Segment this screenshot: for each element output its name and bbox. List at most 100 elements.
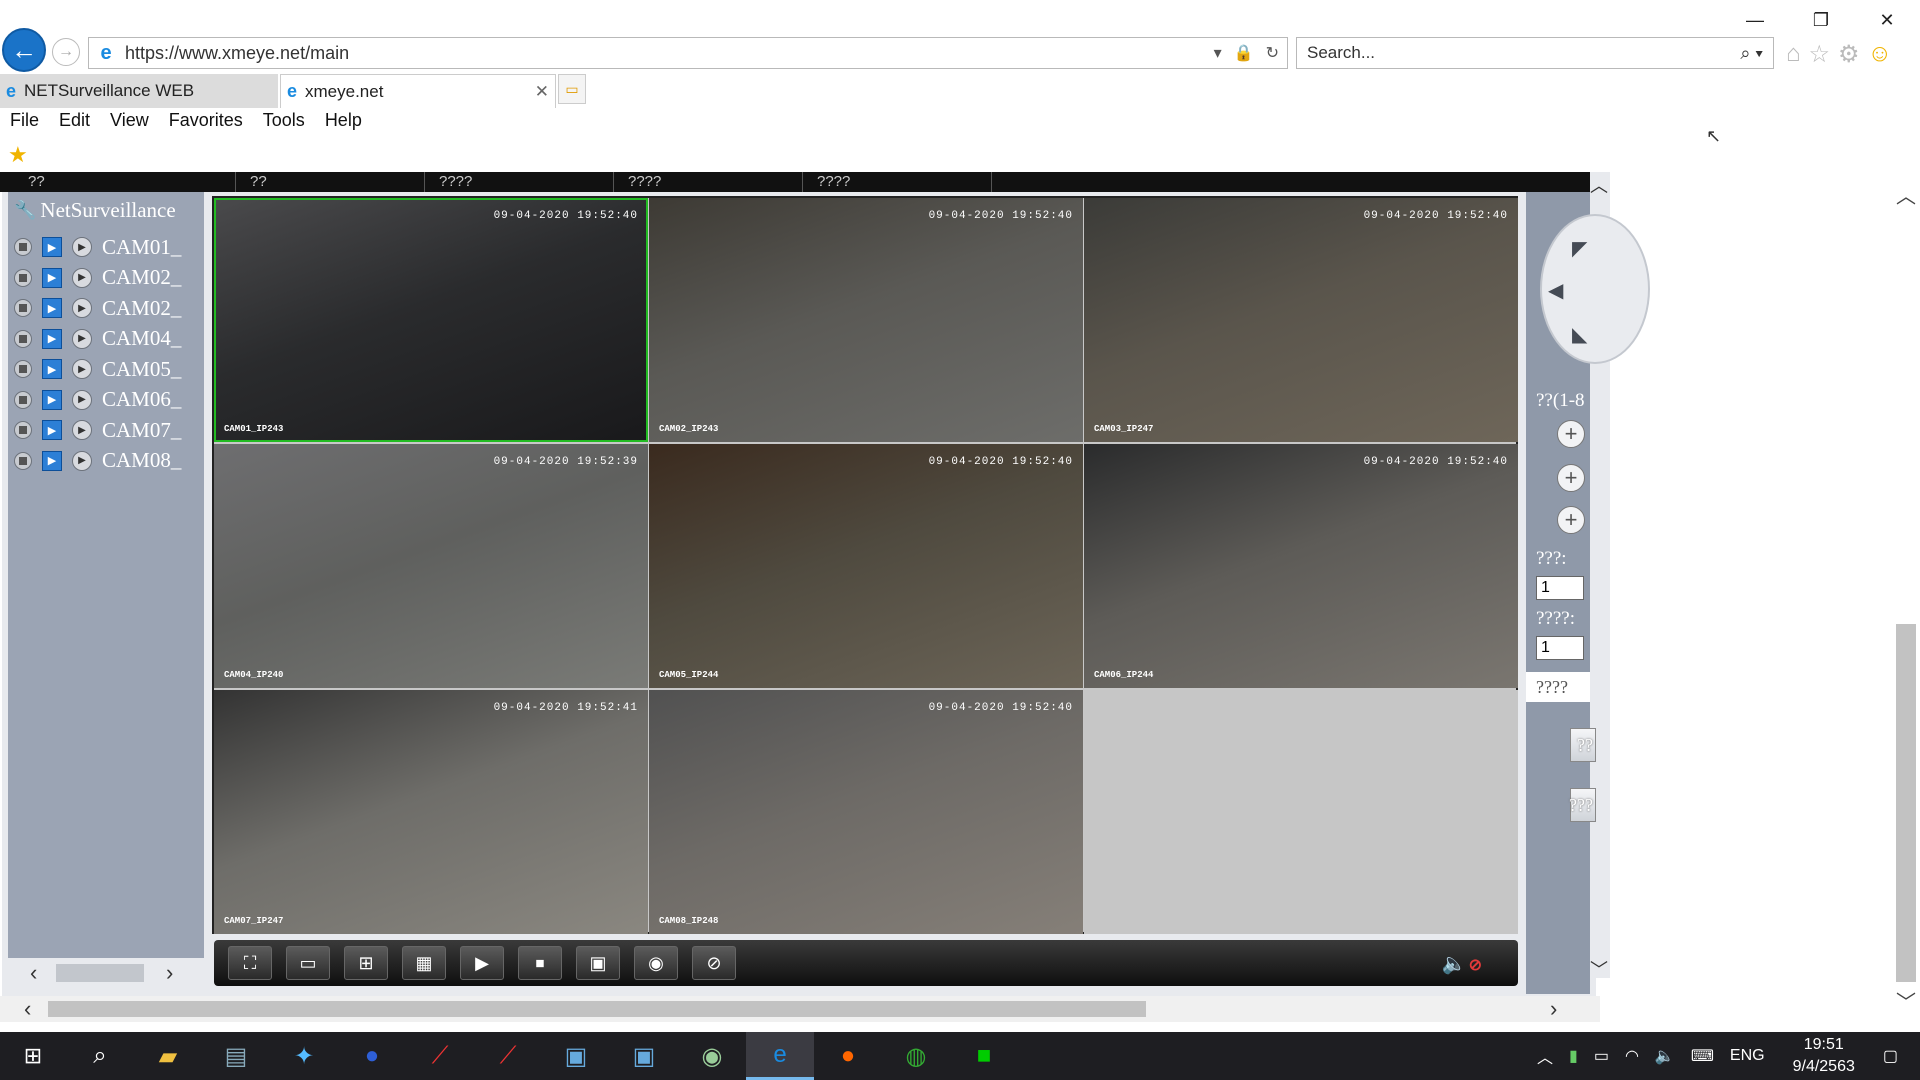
taskbar-app-printer[interactable]: ▤ bbox=[202, 1032, 270, 1080]
ptz-speed-input[interactable]: 1 bbox=[1536, 576, 1584, 600]
record-toggle-icon[interactable] bbox=[14, 238, 32, 256]
play-channel-icon[interactable]: ▶ bbox=[42, 328, 62, 349]
home-icon[interactable]: ⌂ bbox=[1786, 40, 1801, 69]
tray-expand-icon[interactable]: ︿ bbox=[1537, 1044, 1553, 1068]
speaker-mute-icon[interactable]: 🔈 ⊘ bbox=[1442, 951, 1482, 976]
stop-all-button[interactable]: ⏹ bbox=[518, 946, 562, 980]
refresh-icon[interactable]: ↻ bbox=[1266, 43, 1279, 63]
ptz-goto-button[interactable]: ??? bbox=[1569, 788, 1596, 822]
playback-icon[interactable]: ▶ bbox=[72, 328, 92, 349]
record-toggle-icon[interactable] bbox=[14, 390, 32, 409]
tray-app-icon[interactable]: ▮ bbox=[1569, 1046, 1578, 1066]
favorites-star-icon[interactable]: ☆ bbox=[1809, 40, 1831, 69]
tab-xmeye[interactable]: e xmeye.net ✕ bbox=[280, 74, 556, 108]
taskbar-app-red1[interactable]: ⟋ bbox=[406, 1032, 474, 1080]
page-vscrollbar[interactable]: ︿ ﹀ bbox=[1894, 172, 1918, 1014]
play-channel-icon[interactable]: ▶ bbox=[42, 237, 62, 257]
taskbar-chrome[interactable]: ◍ bbox=[882, 1032, 950, 1080]
fullscreen-button[interactable]: ⛶ bbox=[228, 946, 272, 980]
playback-icon[interactable]: ▶ bbox=[72, 359, 92, 379]
device-tree-title[interactable]: 🔧 NetSurveillance bbox=[14, 198, 176, 223]
record-toggle-icon[interactable] bbox=[14, 451, 32, 470]
ptz-down-icon[interactable]: ◣ bbox=[1572, 322, 1587, 347]
top-strip-seg[interactable]: ?? bbox=[0, 172, 236, 192]
tab-close-icon[interactable]: ✕ bbox=[535, 82, 549, 102]
search-box[interactable]: Search... ⌕ ▾ bbox=[1296, 37, 1774, 69]
start-button[interactable]: ⊞ bbox=[0, 1032, 66, 1080]
play-channel-icon[interactable]: ▶ bbox=[42, 389, 62, 410]
record-toggle-icon[interactable] bbox=[14, 360, 32, 378]
zoom-plus-button[interactable]: + bbox=[1557, 420, 1585, 448]
record-stop-button[interactable]: ⊘ bbox=[692, 946, 736, 980]
camera-tree-item[interactable]: ▶ ▶ CAM01_ bbox=[14, 232, 181, 262]
taskbar-app-monitor2[interactable]: ▣ bbox=[610, 1032, 678, 1080]
page-hscrollbar[interactable]: ‹ › bbox=[0, 996, 1600, 1022]
taskbar-app-eye[interactable]: ◉ bbox=[678, 1032, 746, 1080]
address-bar[interactable]: e https://www.xmeye.net/main ▾ 🔒 ↻ bbox=[88, 37, 1288, 69]
record-toggle-icon[interactable] bbox=[14, 421, 32, 439]
top-strip-seg[interactable]: ???? bbox=[614, 172, 803, 192]
camera-video-tile[interactable]: 09-04-2020 19:52:41 CAM07_IP247 bbox=[214, 690, 648, 934]
camera-video-tile[interactable]: 09-04-2020 19:52:40 CAM08_IP248 bbox=[649, 690, 1083, 934]
play-channel-icon[interactable]: ▶ bbox=[42, 420, 62, 440]
record-toggle-icon[interactable] bbox=[14, 299, 32, 317]
playback-icon[interactable]: ▶ bbox=[72, 298, 92, 318]
url-text[interactable]: https://www.xmeye.net/main bbox=[125, 43, 1214, 64]
scroll-left-icon[interactable]: ‹ bbox=[24, 996, 31, 1022]
camera-tree-item[interactable]: ▶ ▶ CAM06_ bbox=[14, 385, 181, 415]
taskbar-search[interactable]: ⌕ bbox=[66, 1032, 134, 1080]
ptz-set-button[interactable]: ?? bbox=[1570, 728, 1596, 762]
camera-tree-item[interactable]: ▶ ▶ CAM07_ bbox=[14, 415, 181, 445]
taskbar-app-monitor1[interactable]: ▣ bbox=[542, 1032, 610, 1080]
menu-help[interactable]: Help bbox=[315, 108, 372, 133]
taskbar-app-ip[interactable]: ● bbox=[338, 1032, 406, 1080]
clock[interactable]: 19:51 9/4/2563 bbox=[1785, 1034, 1863, 1078]
camera-video-tile[interactable]: 09-04-2020 19:52:40 CAM02_IP243 bbox=[649, 198, 1083, 442]
camera-video-tile[interactable]: 09-04-2020 19:52:40 CAM01_IP243 bbox=[214, 198, 648, 442]
restore-icon[interactable]: ❐ bbox=[1788, 0, 1854, 40]
keyboard-icon[interactable]: ⌨ bbox=[1691, 1046, 1714, 1066]
scroll-thumb[interactable] bbox=[48, 1001, 1146, 1017]
tab-netsurveillance[interactable]: e NETSurveillance WEB bbox=[0, 74, 278, 108]
iris-plus-button[interactable]: + bbox=[1557, 506, 1585, 534]
playback-icon[interactable]: ▶ bbox=[72, 450, 92, 471]
scroll-right-icon[interactable]: › bbox=[166, 960, 173, 986]
add-favorites-bar-icon[interactable]: ★ bbox=[8, 142, 28, 168]
new-tab-button[interactable]: ▭ bbox=[558, 74, 586, 104]
search-placeholder[interactable]: Search... bbox=[1307, 43, 1740, 63]
camera-tree-item[interactable]: ▶ ▶ CAM02_ bbox=[14, 293, 181, 323]
ptz-up-icon[interactable]: ◤ bbox=[1572, 236, 1587, 261]
scroll-up-icon[interactable]: ︿ bbox=[1896, 180, 1916, 209]
top-strip-seg[interactable]: ???? bbox=[425, 172, 614, 192]
menu-view[interactable]: View bbox=[100, 108, 159, 133]
camera-tree-item[interactable]: ▶ ▶ CAM08_ bbox=[14, 446, 181, 476]
ptz-preset-input[interactable]: 1 bbox=[1536, 636, 1584, 660]
search-icon[interactable]: ⌕ ▾ bbox=[1740, 43, 1773, 64]
dropdown-icon[interactable]: ▾ bbox=[1214, 43, 1222, 63]
snapshot-button[interactable]: ▣ bbox=[576, 946, 620, 980]
taskbar-file-explorer[interactable]: ▰ bbox=[134, 1032, 202, 1080]
play-channel-icon[interactable]: ▶ bbox=[42, 267, 62, 288]
scroll-up-icon[interactable]: ︿ bbox=[1590, 172, 1608, 198]
play-all-button[interactable]: ▶ bbox=[460, 946, 504, 980]
camera-tree-item[interactable]: ▶ ▶ CAM04_ bbox=[14, 324, 181, 354]
four-view-button[interactable]: ⊞ bbox=[344, 946, 388, 980]
play-channel-icon[interactable]: ▶ bbox=[42, 359, 62, 379]
play-channel-icon[interactable]: ▶ bbox=[42, 298, 62, 318]
scroll-right-icon[interactable]: › bbox=[1550, 996, 1557, 1022]
empty-video-tile[interactable] bbox=[1084, 690, 1518, 934]
taskbar-line[interactable]: ■ bbox=[950, 1032, 1018, 1080]
scroll-thumb[interactable] bbox=[1896, 624, 1916, 982]
menu-edit[interactable]: Edit bbox=[49, 108, 100, 133]
scroll-down-icon[interactable]: ﹀ bbox=[1590, 956, 1608, 982]
camera-video-tile[interactable]: 09-04-2020 19:52:39 CAM04_IP240 bbox=[214, 444, 648, 688]
record-toggle-icon[interactable] bbox=[14, 329, 32, 348]
wifi-icon[interactable]: ◠ bbox=[1625, 1046, 1639, 1066]
close-icon[interactable]: ✕ bbox=[1854, 0, 1920, 40]
top-strip-seg[interactable]: ?? bbox=[236, 172, 425, 192]
feedback-smiley-icon[interactable]: ☺ bbox=[1868, 40, 1893, 69]
menu-file[interactable]: File bbox=[0, 108, 49, 133]
record-toggle-icon[interactable] bbox=[14, 268, 32, 287]
record-start-button[interactable]: ◉ bbox=[634, 946, 678, 980]
menu-favorites[interactable]: Favorites bbox=[159, 108, 253, 133]
